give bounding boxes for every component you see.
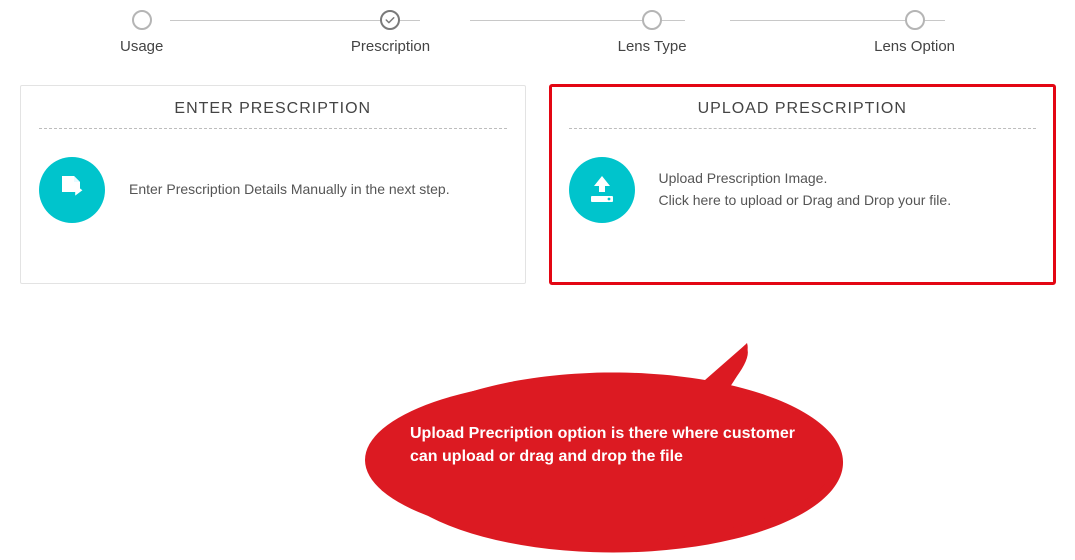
card-description: Upload Prescription Image. Click here to… bbox=[659, 168, 952, 211]
step-indicator-icon bbox=[132, 10, 152, 30]
annotation-text: Upload Precription option is there where… bbox=[410, 422, 810, 468]
step-indicator-icon bbox=[380, 10, 400, 30]
step-usage[interactable]: Usage bbox=[120, 10, 163, 55]
step-label: Prescription bbox=[351, 38, 430, 55]
card-title: ENTER PRESCRIPTION bbox=[39, 100, 507, 129]
card-description: Enter Prescription Details Manually in t… bbox=[129, 179, 450, 201]
step-lens-type[interactable]: Lens Type bbox=[618, 10, 687, 55]
upload-line-1: Upload Prescription Image. bbox=[659, 168, 952, 190]
card-body: Upload Prescription Image. Click here to… bbox=[569, 129, 1037, 223]
step-label: Lens Type bbox=[618, 38, 687, 55]
file-export-icon bbox=[39, 157, 105, 223]
step-indicator-icon bbox=[905, 10, 925, 30]
step-label: Lens Option bbox=[874, 38, 955, 55]
step-lens-option[interactable]: Lens Option bbox=[874, 10, 955, 55]
prescription-options: ENTER PRESCRIPTION Enter Prescription De… bbox=[0, 55, 1075, 284]
upload-prescription-card[interactable]: UPLOAD PRESCRIPTION Upload Prescription … bbox=[550, 85, 1056, 284]
progress-stepper: Usage Prescription Lens Type Lens Option bbox=[0, 0, 1075, 55]
upload-line-2: Click here to upload or Drag and Drop yo… bbox=[659, 190, 952, 212]
card-body: Enter Prescription Details Manually in t… bbox=[39, 129, 507, 223]
step-label: Usage bbox=[120, 38, 163, 55]
step-indicator-icon bbox=[642, 10, 662, 30]
check-icon bbox=[384, 14, 396, 26]
step-prescription[interactable]: Prescription bbox=[351, 10, 430, 55]
enter-prescription-card[interactable]: ENTER PRESCRIPTION Enter Prescription De… bbox=[20, 85, 526, 284]
annotation-callout: Upload Precription option is there where… bbox=[350, 340, 850, 540]
upload-icon bbox=[569, 157, 635, 223]
card-title: UPLOAD PRESCRIPTION bbox=[569, 100, 1037, 129]
